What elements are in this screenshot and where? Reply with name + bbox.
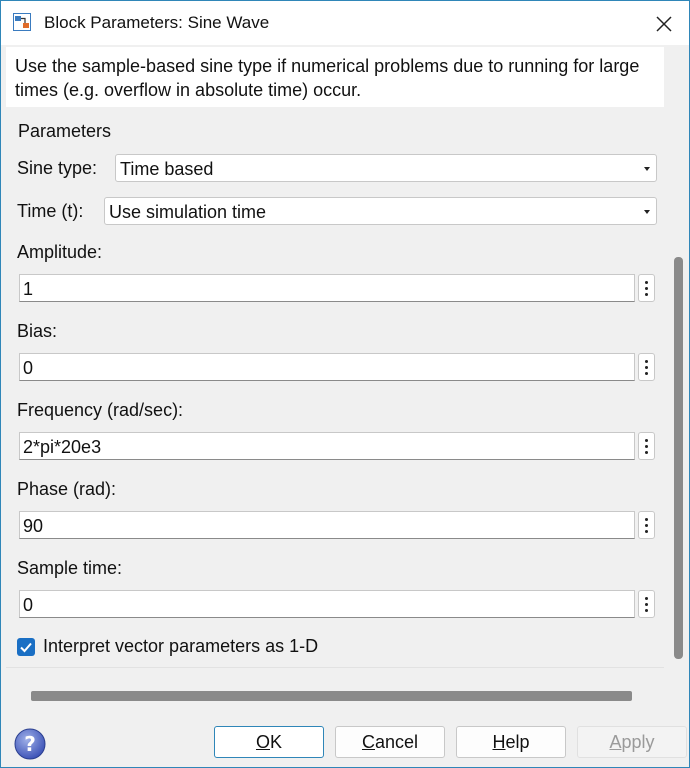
sine-type-value: Time based [120,159,214,179]
cancel-button[interactable]: Cancel [335,726,445,758]
help-icon[interactable]: ? [14,728,46,760]
help-button[interactable]: Help [456,726,566,758]
sample-time-more-button[interactable] [638,590,655,618]
horizontal-scrollbar-track[interactable] [6,668,664,708]
time-value: Use simulation time [109,202,267,222]
sine-type-label: Sine type: [17,158,98,178]
window-title: Block Parameters: Sine Wave [44,13,270,32]
sine-type-select[interactable]: Time based [115,154,657,182]
amplitude-more-button[interactable] [638,274,655,302]
parameters-group: Parameters [6,107,664,667]
chevron-down-icon [644,167,650,171]
chevron-down-icon [644,210,650,214]
amplitude-label: Amplitude: [17,242,103,262]
frequency-more-button[interactable] [638,432,655,460]
more-dots-icon [645,280,648,284]
time-select[interactable]: Use simulation time [104,197,657,225]
description-panel: Use the sample-based sine type if numeri… [6,47,664,107]
phase-more-button[interactable] [638,511,655,539]
description-text: Use the sample-based sine type if numeri… [15,56,640,100]
phase-input[interactable]: 90 [19,511,635,539]
sample-time-label: Sample time: [17,558,123,578]
apply-button[interactable]: Apply [577,726,687,758]
amplitude-input[interactable]: 1 [19,274,635,302]
frequency-label: Frequency (rad/sec): [17,400,184,420]
dialog-window: Block Parameters: Sine Wave Use the samp… [0,0,690,768]
title-bar[interactable]: Block Parameters: Sine Wave [1,1,689,45]
interpret-vector-checkbox[interactable] [17,638,35,656]
more-dots-icon [645,438,648,442]
bias-input[interactable]: 0 [19,353,635,381]
parameters-legend: Parameters [18,121,112,141]
more-dots-icon [645,517,648,521]
checkmark-icon [20,642,32,653]
more-dots-icon [645,596,648,600]
svg-text:?: ? [24,732,36,756]
phase-label: Phase (rad): [17,479,117,499]
frequency-input[interactable]: 2*pi*20e3 [19,432,635,460]
more-dots-icon [645,359,648,363]
vertical-scrollbar-thumb[interactable] [674,257,683,659]
interpret-vector-label: Interpret vector parameters as 1-D [43,636,319,656]
ok-button[interactable]: OK [214,726,324,758]
close-button[interactable] [651,11,677,37]
bias-more-button[interactable] [638,353,655,381]
simulink-block-icon [13,13,31,31]
time-label: Time (t): [17,201,84,221]
bias-label: Bias: [17,321,58,341]
close-icon [656,16,672,32]
sample-time-input[interactable]: 0 [19,590,635,618]
horizontal-scrollbar-thumb[interactable] [31,691,632,701]
